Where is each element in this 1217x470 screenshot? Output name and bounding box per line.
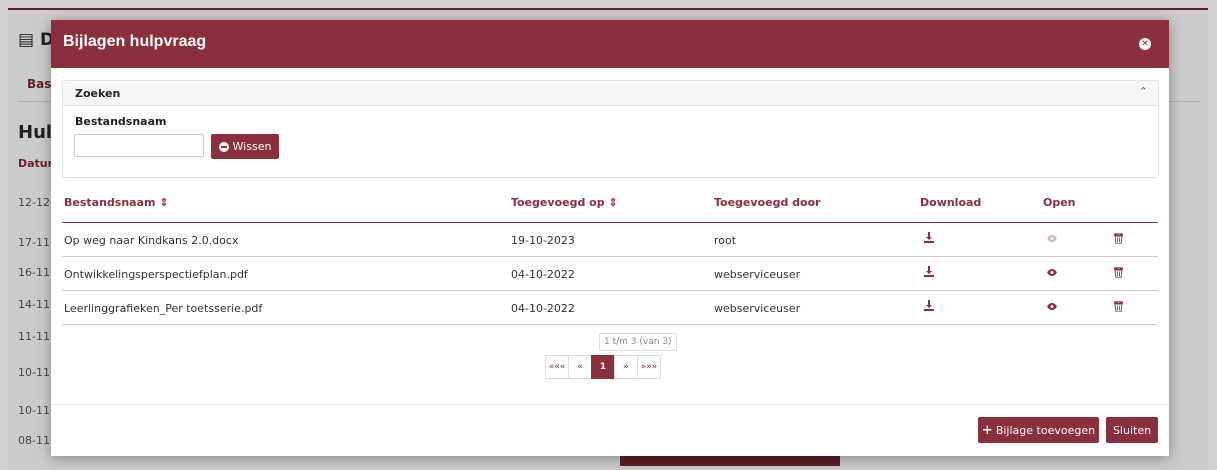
background-row: 11-11- <box>18 330 54 343</box>
background-row: 10-11- <box>18 366 54 379</box>
download-icon[interactable] <box>924 232 934 243</box>
table-row: Op weg naar Kindkans 2.0.docx 19-10-2023… <box>62 223 1158 257</box>
column-header-download: Download <box>920 196 982 209</box>
plus-icon: + <box>981 422 993 438</box>
pagination: ««« « 1 » »»» <box>545 355 661 379</box>
chevron-up-icon[interactable]: ⌃ <box>1139 85 1148 98</box>
cell-filename: Leerlinggrafieken_Per toetsserie.pdf <box>64 302 263 315</box>
attachments-modal: Bijlagen hulpvraag ✕ Zoeken ⌃ Bestandsna… <box>51 20 1169 456</box>
footer-divider <box>51 404 1169 405</box>
background-row: 10-11- <box>18 404 54 417</box>
background-row: 08-11- <box>18 434 54 447</box>
eye-icon[interactable] <box>1047 235 1057 242</box>
last-page-button[interactable]: »»» <box>637 355 661 379</box>
eye-icon[interactable] <box>1047 269 1057 276</box>
cell-filename: Op weg naar Kindkans 2.0.docx <box>64 234 239 247</box>
cell-filename: Ontwikkelingsperspectiefplan.pdf <box>64 268 248 281</box>
cell-added-by: webserviceuser <box>714 302 801 315</box>
first-page-button[interactable]: ««« <box>545 355 569 379</box>
modal-header: Bijlagen hulpvraag ✕ <box>51 20 1169 68</box>
cell-added-on: 19-10-2023 <box>511 234 575 247</box>
column-header-added-by: Toegevoegd door <box>714 196 821 209</box>
column-header-filename[interactable]: Bestandsnaam ⇕ <box>64 196 169 209</box>
clear-button[interactable]: Wissen <box>211 134 279 159</box>
trash-icon[interactable] <box>1114 301 1123 312</box>
eye-icon[interactable] <box>1047 303 1057 310</box>
previous-page-button[interactable]: « <box>568 355 592 379</box>
download-icon[interactable] <box>924 266 934 277</box>
filename-label: Bestandsnaam <box>75 115 167 128</box>
search-panel-title: Zoeken <box>75 87 121 100</box>
download-icon[interactable] <box>924 300 934 311</box>
column-header-open: Open <box>1043 196 1076 209</box>
background-row: 14-11- <box>18 298 54 311</box>
modal-title: Bijlagen hulpvraag <box>63 33 207 50</box>
cell-added-by: webserviceuser <box>714 268 801 281</box>
table-header: Bestandsnaam ⇕ Toegevoegd op ⇕ Toegevoeg… <box>62 188 1158 223</box>
cell-added-by: root <box>714 234 737 247</box>
cell-added-on: 04-10-2022 <box>511 302 575 315</box>
column-header-added-on[interactable]: Toegevoegd op ⇕ <box>511 196 618 209</box>
trash-icon[interactable] <box>1114 233 1123 244</box>
table-row: Ontwikkelingsperspectiefplan.pdf 04-10-2… <box>62 257 1158 291</box>
background-title: ▤ D <box>18 30 55 50</box>
trash-icon[interactable] <box>1114 267 1123 278</box>
background-row: 12-12- <box>18 196 54 209</box>
search-panel: Zoeken ⌃ Bestandsnaam Wissen <box>62 80 1159 178</box>
pagination-info: 1 t/m 3 (van 3) <box>599 333 677 351</box>
table-row: Leerlinggrafieken_Per toetsserie.pdf 04-… <box>62 291 1158 325</box>
minus-circle-icon <box>218 141 229 152</box>
clear-button-label: Wissen <box>232 140 272 153</box>
add-attachment-button[interactable]: + Bijlage toevoegen <box>978 417 1099 443</box>
close-button[interactable]: Sluiten <box>1106 417 1158 443</box>
filename-search-input[interactable] <box>74 134 204 157</box>
background-row: 17-11- <box>18 236 54 249</box>
cell-added-on: 04-10-2022 <box>511 268 575 281</box>
background-row: 16-11- <box>18 266 54 279</box>
search-panel-header[interactable]: Zoeken ⌃ <box>63 81 1158 106</box>
attachments-table: Bestandsnaam ⇕ Toegevoegd op ⇕ Toegevoeg… <box>62 188 1158 325</box>
current-page-button[interactable]: 1 <box>591 355 615 379</box>
close-icon[interactable]: ✕ <box>1139 38 1151 50</box>
add-attachment-label: Bijlage toevoegen <box>995 423 1096 437</box>
next-page-button[interactable]: » <box>614 355 638 379</box>
